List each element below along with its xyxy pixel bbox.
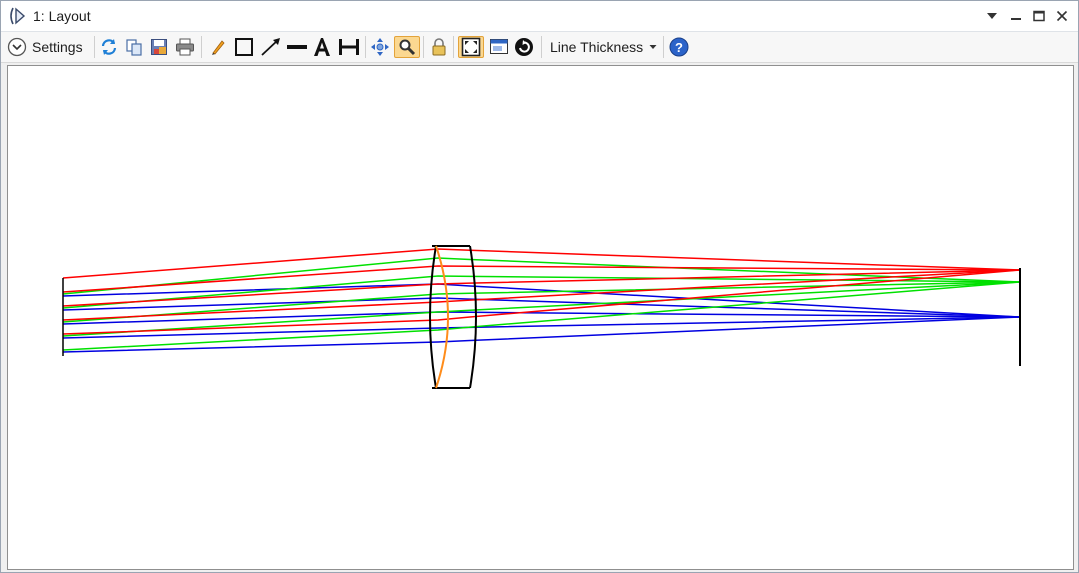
dropdown-arrow-icon[interactable] [982,6,1002,26]
ray-field-2 [62,257,1021,351]
rectangle-icon[interactable] [233,36,255,58]
pencil-icon[interactable] [207,36,229,58]
caret-down-icon [649,45,657,49]
lock-icon[interactable] [428,36,450,58]
chevron-down-circle-icon [7,37,27,57]
close-icon[interactable] [1052,6,1072,26]
ray-bundles [62,248,1021,353]
text-icon[interactable] [311,36,333,58]
line-icon[interactable] [285,36,309,58]
fit-view-icon[interactable] [458,36,484,58]
line-thickness-label: Line Thickness [550,39,644,55]
toolbar-separator [94,36,95,58]
minimize-icon[interactable] [1006,6,1026,26]
arrow-line-icon[interactable] [259,36,283,58]
window-icon[interactable] [488,36,510,58]
optical-layout-drawing [62,245,1021,389]
toolbar-separator [663,36,664,58]
ray [62,257,1021,295]
dimension-icon[interactable] [337,36,361,58]
copy-icon[interactable] [123,36,145,58]
maximize-icon[interactable] [1029,6,1049,26]
zoom-icon[interactable] [394,36,420,58]
save-icon[interactable] [148,36,170,58]
toolbar-separator [201,36,202,58]
lens-front-surface [429,245,437,389]
ray [62,265,1021,293]
layout-window: 1: Layout Settings Line Thickness ? [0,0,1079,573]
layout-canvas[interactable] [7,65,1074,570]
refresh-icon[interactable] [98,36,120,58]
toolbar: Settings Line Thickness ? [1,32,1078,63]
lens-layout-icon [7,6,27,26]
print-icon[interactable] [174,36,196,58]
window-title: 1: Layout [33,8,91,24]
toolbar-separator [453,36,454,58]
toolbar-separator [541,36,542,58]
lens-cemented-surface [435,245,449,389]
toolbar-separator [423,36,424,58]
rotate-icon[interactable] [513,36,535,58]
title-bar[interactable]: 1: Layout [1,1,1078,32]
toolbar-separator [365,36,366,58]
settings-button[interactable]: Settings [7,36,91,58]
svg-text:?: ? [675,40,683,55]
ray [62,297,1021,318]
pan-icon[interactable] [369,36,391,58]
help-icon[interactable]: ? [668,36,690,58]
line-thickness-dropdown[interactable]: Line Thickness [546,36,660,58]
settings-label: Settings [32,39,83,55]
